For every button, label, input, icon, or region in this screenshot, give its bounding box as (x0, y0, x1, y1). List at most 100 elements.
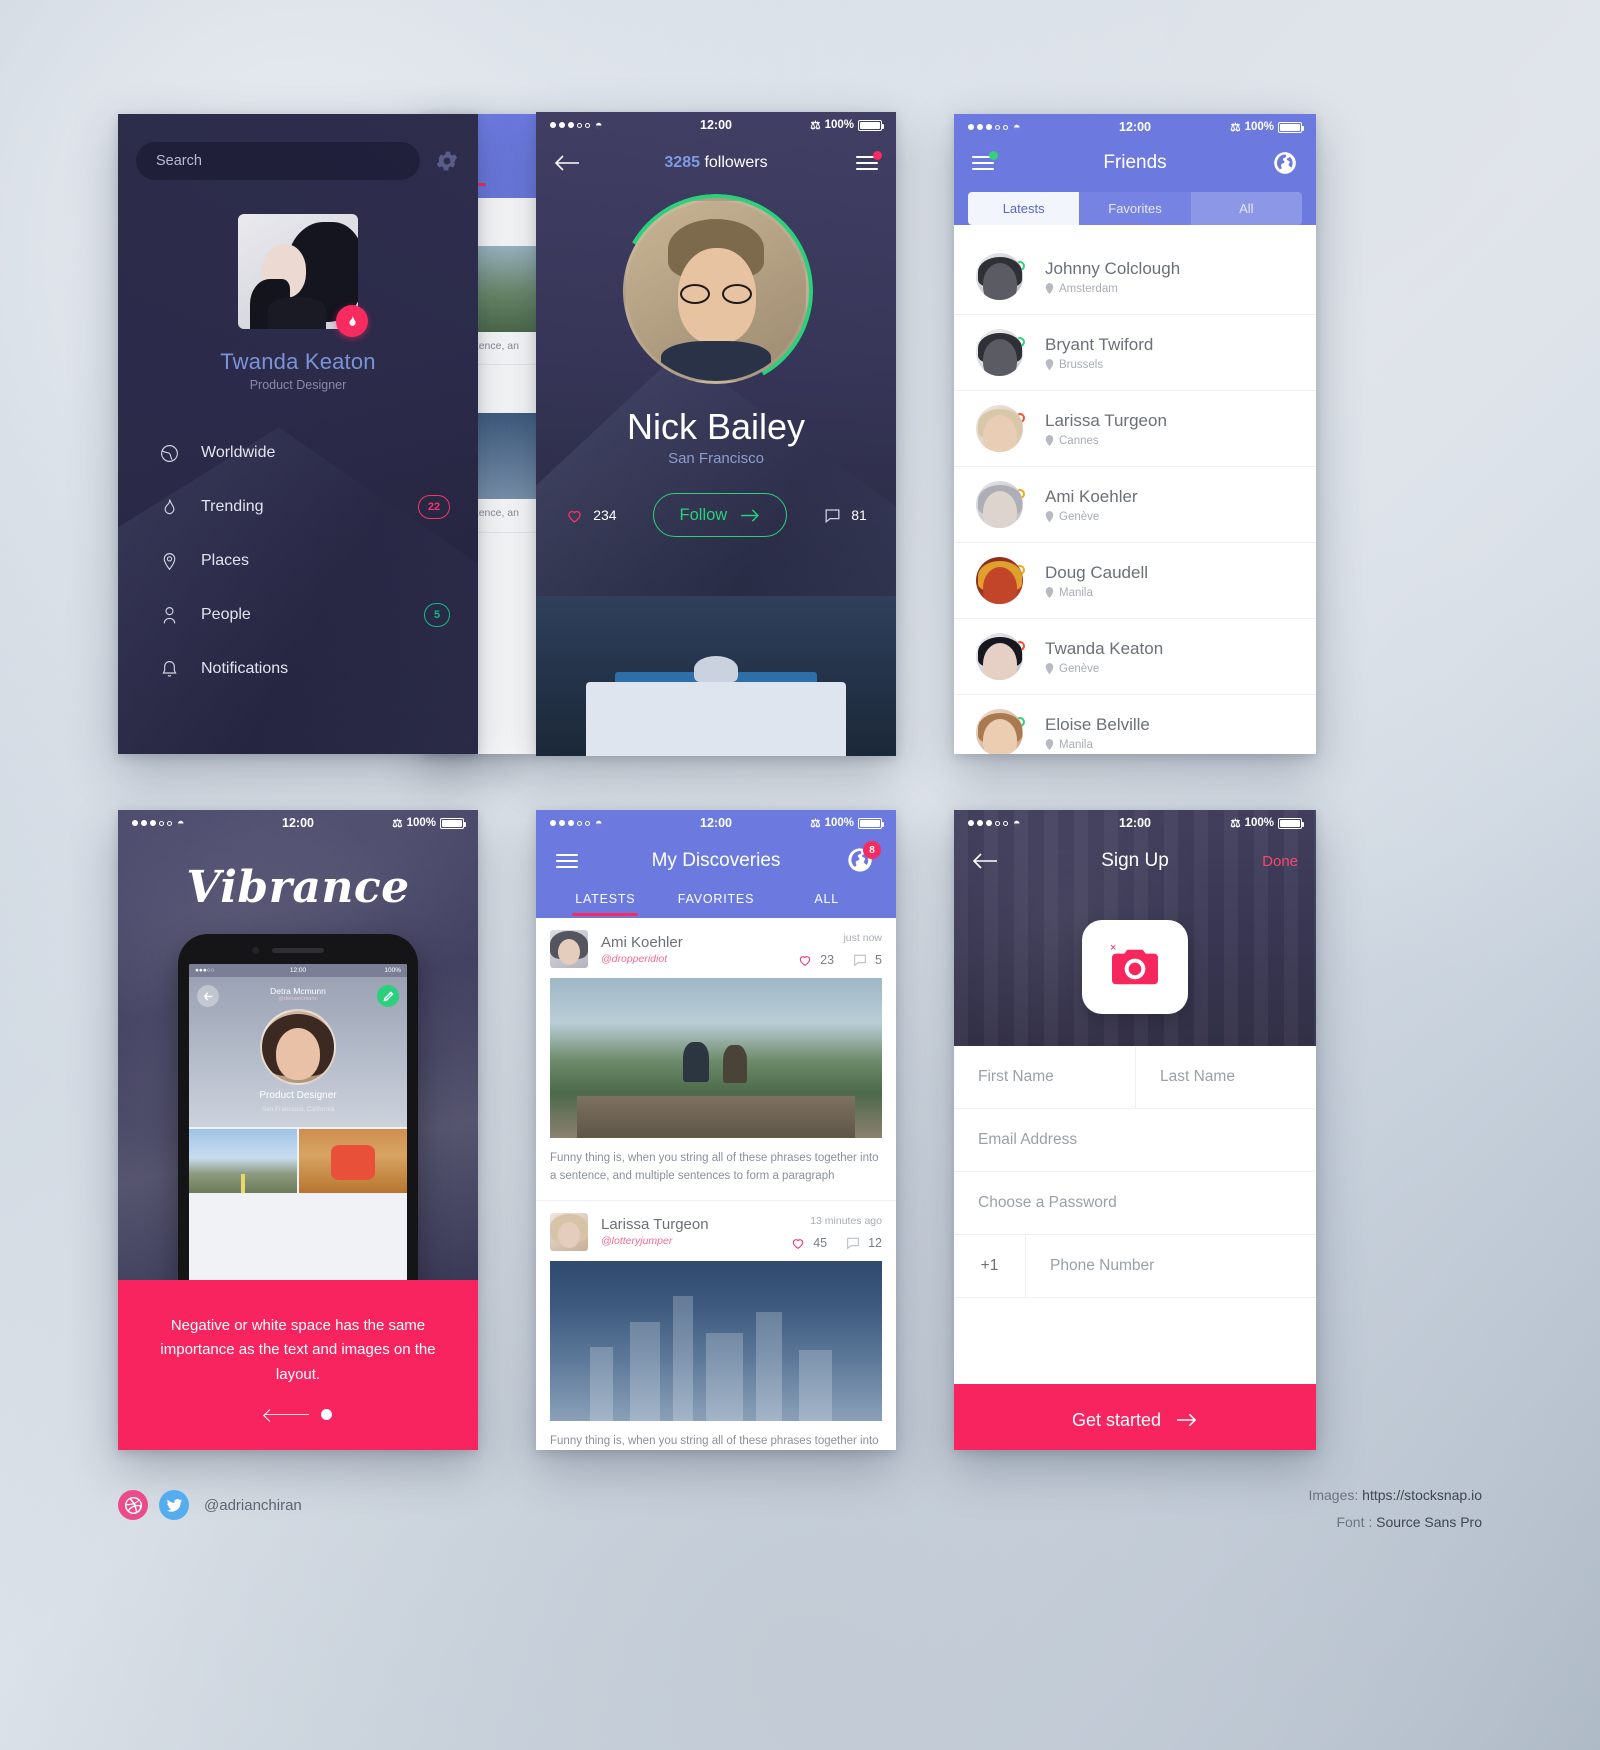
friend-name: Ami Koehler (1045, 486, 1138, 506)
table-row[interactable]: Bryant Twiford Brussels (954, 314, 1316, 390)
search-input[interactable]: Search (136, 142, 420, 180)
battery-percent: 100% (824, 119, 854, 131)
form-spacer (954, 1298, 1316, 1384)
profile-avatar[interactable] (238, 214, 368, 337)
tab-latests[interactable]: LATESTS (550, 886, 661, 918)
tab-all[interactable]: ALL (771, 886, 882, 918)
mockup-sub: San Francisco, California (261, 1106, 335, 1113)
segmented-control: Latests Favorites All (968, 192, 1302, 225)
globe-icon (156, 440, 182, 466)
tab-favorites[interactable]: FAVORITES (661, 886, 772, 918)
post-handle: @lotteryjumper (601, 1235, 673, 1248)
app-logo: Vibrance (186, 862, 410, 913)
nav-bar: Friends (954, 140, 1316, 186)
menu-icon[interactable] (856, 150, 882, 171)
speaker-grill (272, 948, 324, 953)
password-field[interactable]: Choose a Password (954, 1172, 1316, 1234)
friend-location: Cannes (1059, 434, 1099, 447)
prev-arrow-icon[interactable] (264, 1413, 309, 1416)
tab-favorites[interactable]: Favorites (1079, 192, 1191, 225)
vibrance-promo-screen: ◓ 12:00 ⚖ 100% Vibrance ●●●○○ 12:00 100% (118, 810, 478, 1450)
carousel-dot[interactable] (320, 1408, 332, 1420)
device-mockup: ●●●○○ 12:00 100% Detra Mcmunn @detramcmu… (178, 934, 418, 1280)
avatar[interactable] (619, 194, 813, 388)
images-value: https://stocksnap.io (1362, 1487, 1482, 1503)
list-item[interactable]: Larissa Turgeon @lotteryjumper 13 minute… (536, 1201, 896, 1450)
bluetooth-icon: ⚖ (392, 818, 403, 830)
likes-count: 45 (813, 1235, 828, 1250)
sidebar-item-people[interactable]: People 5 (118, 588, 478, 642)
camera-icon (1112, 949, 1158, 985)
post-image[interactable] (550, 978, 882, 1138)
friends-list: Johnny Colclough Amsterdam Bryant Twifor… (954, 239, 1316, 754)
profile-role: Product Designer (249, 378, 347, 392)
avatar (976, 633, 1023, 680)
post-text: Funny thing is, when you string all of t… (550, 1434, 879, 1447)
dribbble-icon[interactable] (118, 1490, 148, 1520)
email-field[interactable]: Email Address (954, 1109, 1316, 1171)
sidebar-menu-screen: Search Twanda Keaton Product Designer Wo… (118, 114, 478, 754)
post-stats: 23 5 (797, 952, 882, 968)
globe-icon[interactable]: 8 (846, 841, 881, 876)
avatar (550, 930, 588, 968)
table-row[interactable]: Larissa Turgeon Cannes (954, 390, 1316, 466)
font-label: Font : (1336, 1513, 1373, 1530)
page-title: Friends (1103, 152, 1167, 173)
sidebar-item-label: Places (201, 552, 250, 569)
tab-all[interactable]: All (1190, 192, 1302, 225)
sidebar-item-label: Worldwide (201, 444, 276, 461)
done-button[interactable]: Done (1262, 853, 1298, 870)
sidebar-item-worldwide[interactable]: Worldwide (118, 426, 478, 480)
sidebar-item-places[interactable]: Places (118, 534, 478, 588)
likes-stat[interactable]: 234 (565, 506, 617, 525)
follow-button[interactable]: Follow (652, 493, 788, 537)
discoveries-header: ◓ 12:00 ⚖ 100% My Discoveries 8 LATESTS … (536, 810, 896, 918)
phone-field[interactable]: Phone Number (1026, 1235, 1316, 1297)
friend-name: Doug Caudell (1045, 562, 1149, 582)
flame-icon (156, 494, 182, 520)
bluetooth-icon: ⚖ (1230, 818, 1241, 830)
promo-hero: ◓ 12:00 ⚖ 100% Vibrance ●●●○○ 12:00 100% (118, 810, 478, 1280)
back-arrow-icon[interactable] (197, 985, 219, 1007)
table-row[interactable]: Ami Koehler Genève (954, 466, 1316, 542)
list-item[interactable]: Ami Koehler @dropperidiot just now 23 5 … (536, 918, 896, 1201)
grid-photo (189, 1129, 297, 1193)
table-row[interactable]: Doug Caudell Manila (954, 542, 1316, 618)
email-field-row: Email Address (954, 1109, 1316, 1172)
gear-icon[interactable] (434, 148, 460, 174)
twitter-icon[interactable] (159, 1490, 189, 1520)
friend-location: Brussels (1059, 358, 1104, 371)
flame-badge-icon (336, 305, 368, 337)
post-image[interactable] (550, 1260, 882, 1421)
likes-count: 23 (820, 953, 835, 967)
nav-bar: My Discoveries 8 (536, 836, 896, 886)
sidebar-item-trending[interactable]: Trending 22 (118, 480, 478, 534)
comments-stat[interactable]: 81 (823, 506, 867, 525)
carousel-control[interactable] (154, 1408, 442, 1420)
edit-icon[interactable] (377, 985, 399, 1007)
likes-stat[interactable]: 45 (790, 1235, 827, 1251)
sidebar-item-label: Notifications (201, 660, 289, 677)
tab-latests[interactable]: Latests (968, 192, 1080, 225)
comments-stat[interactable]: 5 (852, 952, 882, 968)
get-started-button[interactable]: Get started (954, 1384, 1316, 1450)
tab-bar: LATESTS FAVORITES ALL (536, 886, 896, 918)
table-row[interactable]: Eloise Belville Manila (954, 694, 1316, 754)
friend-name: Twanda Keaton (1045, 638, 1164, 658)
first-name-field[interactable]: First Name (954, 1046, 1135, 1108)
likes-stat[interactable]: 23 (797, 952, 834, 968)
last-name-field[interactable]: Last Name (1135, 1046, 1316, 1108)
upload-photo-button[interactable]: × (1082, 920, 1188, 1014)
friend-name: Bryant Twiford (1045, 334, 1154, 354)
close-icon[interactable]: × (1110, 942, 1116, 954)
comments-count: 5 (875, 953, 882, 967)
country-code-field[interactable]: +1 (954, 1235, 1026, 1297)
table-row[interactable]: Johnny Colclough Amsterdam (954, 239, 1316, 314)
battery-icon (858, 119, 884, 131)
friend-name: Eloise Belville (1045, 714, 1150, 734)
table-row[interactable]: Twanda Keaton Genève (954, 618, 1316, 694)
battery-percent: 100% (1244, 121, 1274, 133)
sidebar-item-notifications[interactable]: Notifications (118, 642, 478, 696)
comments-stat[interactable]: 12 (845, 1235, 882, 1251)
avatar (260, 1009, 336, 1085)
